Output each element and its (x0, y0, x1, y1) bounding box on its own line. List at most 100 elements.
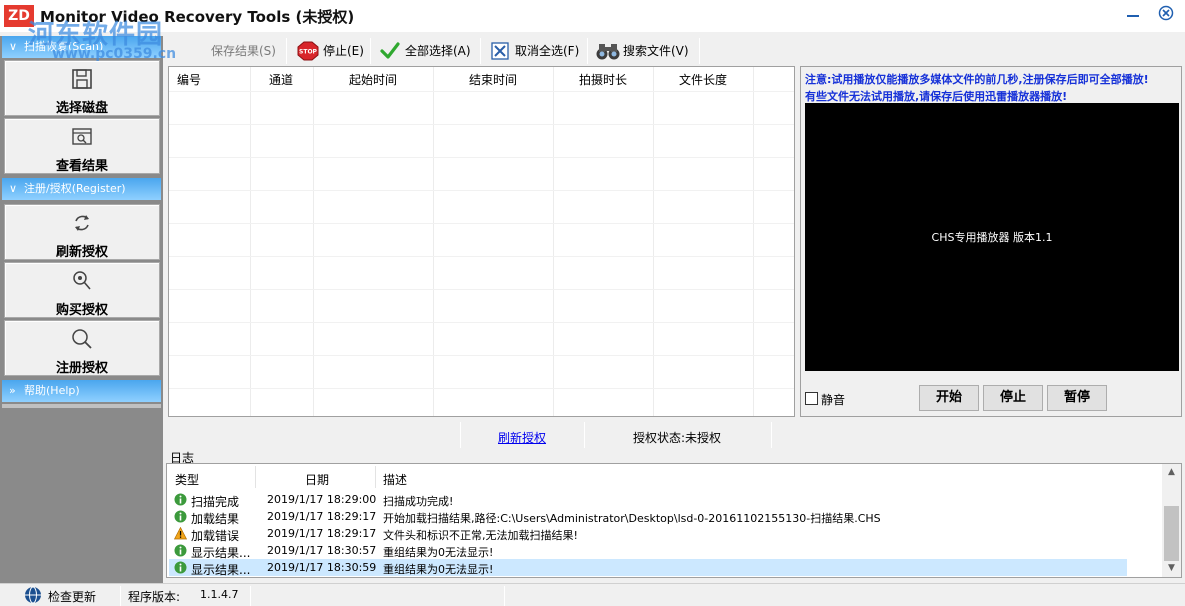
sidebar-section-register[interactable]: ∨ 注册/授权(Register) (2, 178, 161, 200)
select-disk-button[interactable]: 选择磁盘 (4, 60, 160, 116)
scroll-thumb[interactable] (1164, 506, 1179, 561)
sidebar-divider (2, 404, 161, 408)
info-icon (174, 493, 187, 506)
column-divider (250, 67, 251, 416)
chevron-down-icon: ∨ (9, 40, 18, 53)
register-license-label: 注册授权 (55, 361, 108, 376)
stop-button[interactable]: STOP 停止(E) (291, 38, 364, 64)
strip-separator (771, 422, 772, 448)
row-divider (169, 223, 794, 224)
buy-license-button[interactable]: 购买授权 (4, 262, 160, 318)
column-divider (753, 67, 754, 416)
log-list[interactable]: 类型 日期 描述 扫描完成 2019/1/17 18:29:00 扫描成功完成!… (166, 463, 1182, 578)
log-scrollbar[interactable]: ▲ ▼ (1162, 464, 1181, 577)
column-header-id[interactable]: 编号 (177, 71, 201, 88)
result-table[interactable]: 编号 通道 起始时间 结束时间 拍摄时长 文件长度 (168, 66, 795, 417)
player-panel: 注意:试用播放仅能播放多媒体文件的前几秒,注册保存后即可全部播放! 有些文件无法… (800, 66, 1182, 417)
globe-update-icon (25, 586, 41, 604)
save-results-label: 保存结果(S) (211, 44, 276, 58)
log-description: 扫描成功完成! (383, 495, 454, 508)
log-header-date[interactable]: 日期 (305, 471, 329, 488)
status-separator (250, 586, 251, 606)
view-results-label: 查看结果 (55, 159, 108, 174)
section-label: 注册/授权(Register) (24, 182, 126, 195)
info-icon (174, 544, 187, 557)
column-divider (653, 67, 654, 416)
column-divider (433, 67, 434, 416)
play-start-button[interactable]: 开始 (919, 385, 979, 411)
column-divider (553, 67, 554, 416)
title-bar: ZD Monitor Video Recovery Tools (未授权) (0, 0, 1185, 32)
log-date: 2019/1/17 18:29:00 (267, 493, 377, 506)
log-row[interactable]: 加载错误 2019/1/17 18:29:17 文件头和标识不正常,无法加载扫描… (169, 525, 1127, 543)
scroll-down-icon[interactable]: ▼ (1162, 560, 1181, 577)
info-icon (174, 561, 187, 574)
toolbar-separator (480, 38, 481, 64)
row-divider (169, 124, 794, 125)
row-divider (169, 322, 794, 323)
minimize-button[interactable] (1122, 5, 1144, 27)
column-header-start-time[interactable]: 起始时间 (349, 71, 397, 88)
buy-license-label: 购买授权 (55, 303, 108, 318)
register-license-button[interactable]: 注册授权 (4, 320, 160, 376)
refresh-icon (75, 215, 89, 231)
watermark-url: www.pc0359.cn (52, 46, 177, 62)
column-header-duration[interactable]: 拍摄时长 (579, 71, 627, 88)
version-number: 1.1.4.7 (200, 588, 239, 601)
log-header-type[interactable]: 类型 (175, 471, 199, 488)
scroll-up-icon[interactable]: ▲ (1162, 464, 1181, 481)
log-row[interactable]: 显示结果... 2019/1/17 18:30:57 重组结果为0无法显示! (169, 542, 1127, 560)
log-header-description[interactable]: 描述 (383, 471, 407, 488)
log-row[interactable]: 加载结果 2019/1/17 18:29:17 开始加载扫描结果,路径:C:\U… (169, 508, 1127, 526)
column-divider (375, 466, 376, 488)
stop-sign-icon: STOP (297, 41, 319, 61)
log-row[interactable]: 扫描完成 2019/1/17 18:29:00 扫描成功完成! (169, 491, 1127, 509)
row-divider (169, 256, 794, 257)
strip-separator (584, 422, 585, 448)
sidebar-section-help[interactable]: » 帮助(Help) (2, 380, 161, 402)
check-update-button[interactable]: 检查更新 (48, 588, 96, 605)
toolbar-separator (370, 38, 371, 64)
column-header-file-length[interactable]: 文件长度 (679, 71, 727, 88)
log-description: 重组结果为0无法显示! (383, 546, 494, 559)
log-date: 2019/1/17 18:30:59 (267, 561, 377, 574)
refresh-license-button[interactable]: 刷新授权 (4, 204, 160, 260)
mute-checkbox[interactable] (805, 392, 818, 405)
close-button[interactable] (1155, 5, 1177, 27)
row-divider (169, 157, 794, 158)
row-divider (169, 388, 794, 389)
column-divider (255, 466, 256, 488)
trial-notice: 注意:试用播放仅能播放多媒体文件的前几秒,注册保存后即可全部播放! (805, 73, 1149, 86)
save-results-button[interactable]: 保存结果(S) (179, 38, 276, 64)
video-screen[interactable]: CHS专用播放器 版本1.1 (805, 103, 1179, 371)
sidebar: ∨ 扫描恢复(Scan) 选择磁盘 查看结果 ∨ 注册/授权(Register)… (0, 36, 163, 583)
status-bar: 检查更新 程序版本: 1.1.4.7 (0, 583, 1185, 606)
toolbar: 保存结果(S) STOP 停止(E) 全部选择(A) 取消全选(F) 搜索文件(… (163, 36, 803, 64)
select-all-label: 全部选择(A) (405, 44, 471, 58)
warning-icon (174, 527, 187, 540)
mute-label[interactable]: 静音 (821, 391, 845, 408)
log-row-selected[interactable]: 显示结果... 2019/1/17 18:30:59 重组结果为0无法显示! (169, 559, 1127, 577)
play-pause-button[interactable]: 暂停 (1047, 385, 1107, 411)
svg-text:STOP: STOP (299, 49, 318, 56)
search-files-button[interactable]: 搜索文件(V) (591, 38, 689, 64)
row-divider (169, 190, 794, 191)
status-separator (504, 586, 505, 606)
column-header-end-time[interactable]: 结束时间 (469, 71, 517, 88)
version-label: 程序版本: (128, 590, 181, 604)
auth-status: 授权状态:未授权 (633, 431, 722, 445)
binoculars-icon (596, 44, 620, 60)
column-header-channel[interactable]: 通道 (269, 71, 293, 88)
row-divider (169, 91, 794, 92)
floppy-disk-icon (72, 69, 92, 89)
play-stop-button[interactable]: 停止 (983, 385, 1043, 411)
refresh-license-link[interactable]: 刷新授权 (498, 429, 546, 446)
select-all-button[interactable]: 全部选择(A) (373, 38, 471, 64)
log-description: 开始加载扫描结果,路径:C:\Users\Administrator\Deskt… (383, 512, 881, 525)
deselect-all-button[interactable]: 取消全选(F) (483, 38, 579, 64)
view-results-button[interactable]: 查看结果 (4, 118, 160, 174)
minimize-icon (1127, 15, 1139, 17)
toolbar-separator (587, 38, 588, 64)
checkmark-icon (380, 42, 400, 59)
cross-box-icon (491, 42, 509, 60)
